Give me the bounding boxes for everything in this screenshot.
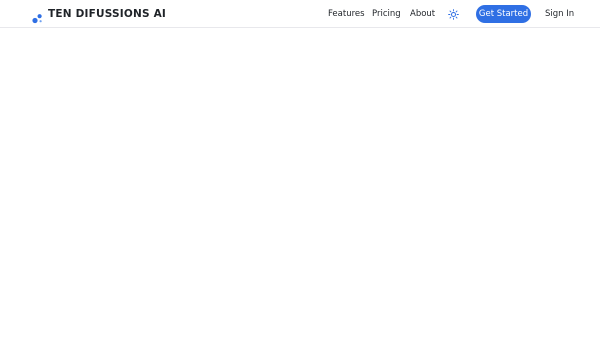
top-navbar: TEN DIFUSSIONS AI Features Pricing About…	[0, 0, 600, 28]
sign-in-link[interactable]: Sign In	[545, 8, 574, 20]
main-content-area	[0, 28, 600, 337]
nav-link-features[interactable]: Features	[328, 8, 365, 20]
get-started-button[interactable]: Get Started	[476, 5, 531, 23]
nav-link-about[interactable]: About	[410, 8, 435, 20]
nav-link-pricing[interactable]: Pricing	[372, 8, 401, 20]
theme-toggle-button[interactable]	[447, 8, 459, 20]
sun-icon	[447, 8, 459, 20]
